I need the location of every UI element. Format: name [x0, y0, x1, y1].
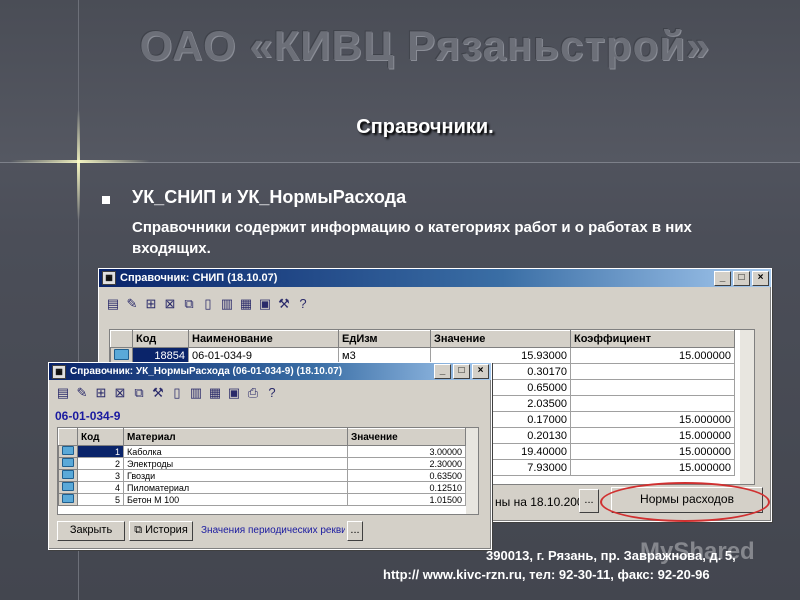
add-record-icon[interactable]: ⊞ — [93, 385, 109, 401]
help-icon[interactable]: ? — [264, 385, 280, 401]
maximize-button[interactable]: □ — [733, 270, 750, 286]
copy-icon[interactable]: ⧉ — [181, 296, 197, 312]
snip-dots-button[interactable]: ... — [579, 489, 599, 513]
col-code[interactable]: Код — [132, 330, 189, 348]
company-title: ОАО «КИВЦ Рязаньстрой» — [139, 22, 711, 69]
folder-icon — [62, 446, 74, 455]
save-icon[interactable]: ▣ — [257, 296, 273, 312]
folder-icon — [62, 458, 74, 467]
history-button[interactable]: ⧉ История — [129, 521, 193, 541]
col-value[interactable]: Значение — [347, 428, 466, 446]
close-button[interactable]: Закрыть — [57, 521, 125, 541]
maximize-button[interactable]: □ — [453, 364, 470, 379]
norms-window: ▦ Справочник: УК_НормыРасхода (06-01-034… — [48, 362, 492, 550]
folder-icon — [62, 482, 74, 491]
save-icon[interactable]: ▣ — [226, 385, 242, 401]
col-value[interactable]: Значение — [430, 330, 571, 348]
minimize-button[interactable]: _ — [434, 364, 451, 379]
close-window-button[interactable]: × — [752, 270, 769, 286]
history-button-label: История — [145, 524, 188, 536]
highlight-oval — [600, 482, 770, 522]
grid-icon[interactable]: ▤ — [105, 296, 121, 312]
snip-title-bar[interactable]: ▦ Справочник: СНИП (18.10.07) _ □ × — [99, 269, 771, 287]
folder-icon — [114, 348, 129, 360]
help-icon[interactable]: ? — [295, 296, 311, 312]
history-icon: ⧉ — [134, 524, 146, 536]
table-row[interactable]: 5 Бетон М 100 1.01500 — [58, 493, 466, 506]
table-icon[interactable]: ▦ — [207, 385, 223, 401]
col-material[interactable]: Материал — [123, 428, 348, 446]
edit-icon[interactable]: ✎ — [74, 385, 90, 401]
table-row[interactable]: 2 Электроды 2.30000 — [58, 457, 466, 470]
snip-status-text: ны на 18.10.2007 — [495, 495, 591, 509]
bullet-description: Справочники содержит информацию о катего… — [132, 219, 692, 257]
snip-toolbar: ▤ ✎ ⊞ ⊠ ⧉ ▯ ▥ ▦ ▣ ⚒ ? — [99, 293, 771, 315]
norms-table: Код Материал Значение 1 Каболка 3.00000 … — [58, 428, 466, 506]
bullet-heading: УК_СНИП и УК_НормыРасхода — [132, 187, 407, 207]
table-row[interactable]: 4 Пиломатериал 0.12510 — [58, 481, 466, 494]
norms-header-row: Код Материал Значение — [58, 428, 466, 446]
footer-contacts: http:// www.kivc-rzn.ru, тел: 92-30-11, … — [383, 567, 710, 582]
table-row[interactable]: 3 Гвозди 0.63500 — [58, 469, 466, 482]
col-name[interactable]: Наименование — [188, 330, 339, 348]
norms-vertical-scrollbar[interactable] — [466, 428, 478, 514]
delete-record-icon[interactable]: ⊠ — [162, 296, 178, 312]
snip-header-row: Код Наименование ЕдИзм Значение Коэффици… — [110, 330, 735, 348]
period-link[interactable]: Значения периодических реквизи — [201, 525, 345, 536]
norms-title-bar[interactable]: ▦ Справочник: УК_НормыРасхода (06-01-034… — [49, 363, 491, 380]
folder-tree-icon[interactable]: ▥ — [219, 296, 235, 312]
col-coef[interactable]: Коэффициент — [570, 330, 735, 348]
print-icon[interactable]: ⎙ — [245, 385, 261, 401]
window-app-icon: ▦ — [52, 364, 66, 379]
section-title: Справочники. — [356, 116, 494, 138]
bullet-square-icon — [102, 196, 110, 204]
norms-window-title: Справочник: УК_НормыРасхода (06-01-034-9… — [70, 366, 343, 377]
table-row[interactable]: 1 Каболка 3.00000 — [58, 445, 466, 458]
folder-icon — [62, 494, 74, 503]
col-code[interactable]: Код — [77, 428, 124, 446]
close-button-label: Закрыть — [69, 524, 113, 536]
tools-icon[interactable]: ⚒ — [276, 296, 292, 312]
document-icon[interactable]: ▯ — [169, 385, 185, 401]
close-window-button[interactable]: × — [472, 364, 489, 379]
snip-window-title: Справочник: СНИП (18.10.07) — [120, 272, 278, 284]
star-flare-horizontal — [10, 160, 150, 163]
snip-vertical-scrollbar[interactable] — [740, 330, 754, 484]
tools-icon[interactable]: ⚒ — [150, 385, 166, 401]
norms-toolbar: ▤ ✎ ⊞ ⊠ ⧉ ⚒ ▯ ▥ ▦ ▣ ⎙ ? — [49, 382, 491, 404]
minimize-button[interactable]: _ — [714, 270, 731, 286]
period-dots-button[interactable]: ... — [347, 521, 363, 541]
grid-icon[interactable]: ▤ — [55, 385, 71, 401]
edit-icon[interactable]: ✎ — [124, 296, 140, 312]
folder-icon — [62, 470, 74, 479]
delete-record-icon[interactable]: ⊠ — [112, 385, 128, 401]
footer-address: 390013, г. Рязань, пр. Завражнова, д. 5, — [486, 548, 736, 563]
table-icon[interactable]: ▦ — [238, 296, 254, 312]
window-app-icon: ▦ — [102, 271, 116, 285]
copy-icon[interactable]: ⧉ — [131, 385, 147, 401]
norms-grid: Код Материал Значение 1 Каболка 3.00000 … — [57, 427, 479, 515]
norms-code-label: 06-01-034-9 — [55, 409, 121, 423]
document-icon[interactable]: ▯ — [200, 296, 216, 312]
col-unit[interactable]: ЕдИзм — [338, 330, 431, 348]
add-record-icon[interactable]: ⊞ — [143, 296, 159, 312]
folder-tree-icon[interactable]: ▥ — [188, 385, 204, 401]
